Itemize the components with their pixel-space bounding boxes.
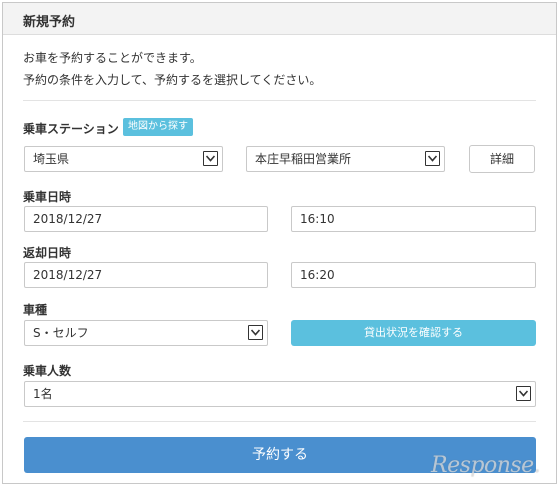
passengers-value: 1名 — [33, 387, 53, 401]
passengers-select[interactable]: 1名 — [24, 381, 536, 407]
check-availability-button[interactable]: 貸出状況を確認する — [291, 320, 536, 346]
chevron-down-icon — [203, 151, 218, 166]
panel-header: 新規予約 — [3, 3, 556, 35]
map-search-button[interactable]: 地図から探す — [123, 118, 193, 136]
office-value: 本庄早稲田営業所 — [255, 152, 352, 166]
return-date-input[interactable]: 2018/12/27 — [24, 262, 268, 288]
chevron-down-icon — [248, 325, 263, 340]
passengers-label: 乗車人数 — [23, 364, 72, 378]
pickup-date-input[interactable]: 2018/12/27 — [24, 206, 268, 232]
intro-text-1: お車を予約することができます。 — [23, 51, 202, 65]
response-watermark-logo: Response. — [431, 453, 541, 478]
return-label: 返却日時 — [23, 246, 72, 260]
prefecture-value: 埼玉県 — [33, 152, 70, 166]
chevron-down-icon — [516, 386, 531, 401]
intro-text-2: 予約の条件を入力して、予約するを選択してください。 — [23, 73, 322, 87]
office-select[interactable]: 本庄早稲田営業所 — [246, 146, 445, 172]
prefecture-select[interactable]: 埼玉県 — [24, 146, 223, 172]
return-time-input[interactable]: 16:20 — [291, 262, 536, 288]
divider — [23, 421, 536, 422]
new-reservation-panel: 新規予約 お車を予約することができます。 予約の条件を入力して、予約するを選択し… — [2, 2, 557, 484]
pickup-label: 乗車日時 — [23, 190, 72, 204]
detail-button[interactable]: 詳細 — [469, 145, 535, 173]
station-label: 乗車ステーション — [23, 122, 119, 136]
vehicle-select[interactable]: S・セルフ — [24, 320, 268, 346]
vehicle-label: 車種 — [23, 303, 48, 317]
panel-title: 新規予約 — [23, 15, 76, 30]
chevron-down-icon — [425, 151, 440, 166]
vehicle-value: S・セルフ — [33, 326, 89, 340]
divider — [23, 100, 536, 101]
pickup-time-input[interactable]: 16:10 — [291, 206, 536, 232]
